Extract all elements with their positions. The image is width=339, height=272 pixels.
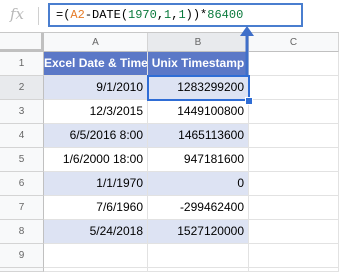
- formula-text-part: ,: [156, 8, 165, 22]
- cell-b8[interactable]: 1527120000: [148, 220, 249, 244]
- cell-c3[interactable]: [249, 100, 339, 124]
- cell-a3[interactable]: 12/3/2015: [44, 100, 148, 124]
- row-header-5[interactable]: 5: [0, 148, 44, 172]
- cell-b4[interactable]: 1465113600: [148, 124, 249, 148]
- formula-text-part: =(: [56, 8, 71, 22]
- cell-c2[interactable]: [249, 76, 339, 100]
- cell-c9[interactable]: [249, 244, 339, 268]
- formula-number: 1970: [128, 8, 157, 22]
- row-header-6[interactable]: 6: [0, 172, 44, 196]
- row-header-4[interactable]: 4: [0, 124, 44, 148]
- fx-icon: fx: [10, 5, 25, 23]
- cell-a6[interactable]: 1/1/1970: [44, 172, 148, 196]
- cell-a7[interactable]: 7/6/1960: [44, 196, 148, 220]
- column-header-c[interactable]: C: [249, 33, 339, 52]
- formula-number: 86400: [207, 8, 244, 22]
- formula-text-part: -DATE(: [84, 8, 129, 22]
- row-header-10[interactable]: [0, 268, 44, 272]
- cell-c10[interactable]: [249, 268, 339, 272]
- formula-number: 1: [178, 8, 186, 22]
- cell-a4[interactable]: 6/5/2016 8:00: [44, 124, 148, 148]
- formula-bar-divider: [38, 7, 39, 25]
- cell-b5[interactable]: 947181600: [148, 148, 249, 172]
- select-all-corner[interactable]: [0, 33, 44, 52]
- cell-c5[interactable]: [249, 148, 339, 172]
- cell-b10[interactable]: [148, 268, 249, 272]
- fill-handle[interactable]: [245, 97, 253, 105]
- cell-a8[interactable]: 5/24/2018: [44, 220, 148, 244]
- row-header-7[interactable]: 7: [0, 196, 44, 220]
- row-header-8[interactable]: 8: [0, 220, 44, 244]
- active-cell-selection: [147, 75, 250, 101]
- row-header-9[interactable]: 9: [0, 244, 44, 268]
- cell-a10[interactable]: [44, 268, 148, 272]
- column-header-a[interactable]: A: [44, 33, 148, 52]
- row-header-3[interactable]: 3: [0, 100, 44, 124]
- formula-cell-reference: A2: [70, 8, 85, 22]
- cell-a9[interactable]: [44, 244, 148, 268]
- formula-input[interactable]: =(A2-DATE(1970,1,1))*86400: [48, 3, 303, 27]
- cell-c6[interactable]: [249, 172, 339, 196]
- row-header-2[interactable]: 2: [0, 76, 44, 100]
- column-header-b[interactable]: B: [148, 33, 249, 52]
- cell-b6[interactable]: 0: [148, 172, 249, 196]
- cell-c1[interactable]: [249, 52, 339, 76]
- cell-b3[interactable]: 1449100800: [148, 100, 249, 124]
- cell-b7[interactable]: -299462400: [148, 196, 249, 220]
- row-header-1[interactable]: 1: [0, 52, 44, 76]
- cell-a2[interactable]: 9/1/2010: [44, 76, 148, 100]
- cell-b9[interactable]: [148, 244, 249, 268]
- cell-a5[interactable]: 1/6/2000 18:00: [44, 148, 148, 172]
- formula-bar: fx =(A2-DATE(1970,1,1))*86400: [0, 0, 339, 33]
- cell-a1[interactable]: Excel Date & Time: [44, 52, 148, 76]
- arrow-up-icon: [240, 26, 254, 75]
- formula-text-part: ))*: [185, 8, 208, 22]
- cell-c4[interactable]: [249, 124, 339, 148]
- cell-c8[interactable]: [249, 220, 339, 244]
- spreadsheet-grid: A B C 1 2 3 4 5 6 7 8 9 Excel Date & Tim…: [0, 33, 339, 272]
- cell-c7[interactable]: [249, 196, 339, 220]
- cell-b1[interactable]: Unix Timestamp: [148, 52, 249, 76]
